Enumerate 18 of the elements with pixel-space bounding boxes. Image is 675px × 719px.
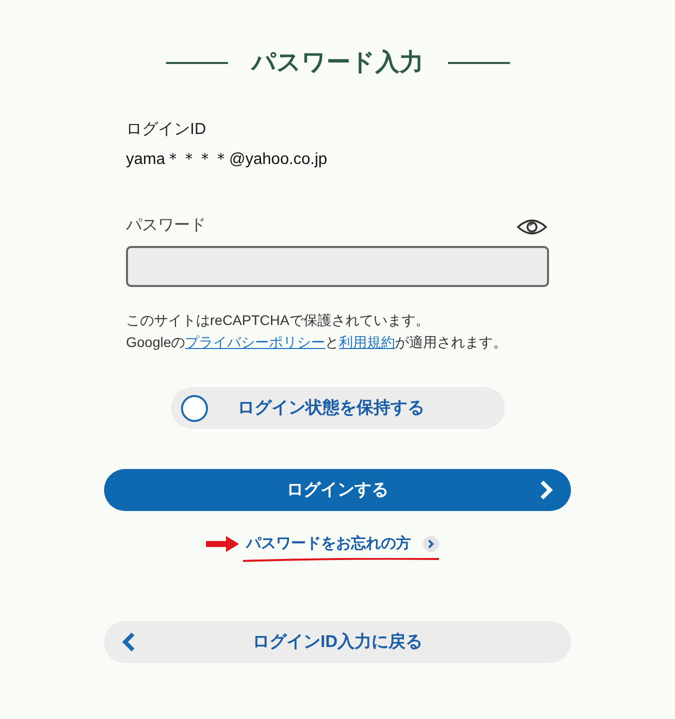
chevron-right-icon	[423, 536, 439, 552]
terms-link[interactable]: 利用規約	[339, 334, 396, 350]
eye-icon[interactable]	[516, 218, 548, 236]
login-button[interactable]: ログインする	[104, 469, 571, 511]
login-id-value: yama＊＊＊＊@yahoo.co.jp	[126, 150, 328, 170]
password-field[interactable]	[126, 246, 549, 287]
login-id-label: ログインID	[126, 120, 207, 140]
arrow-icon	[206, 535, 240, 553]
recaptcha-notice: このサイトはreCAPTCHAで保護されています。	[126, 311, 430, 330]
chevron-right-icon	[539, 479, 553, 501]
password-label: パスワード	[126, 216, 206, 236]
keep-login-toggle[interactable]: ログイン状態を保持する	[170, 387, 504, 429]
chevron-left-icon	[122, 631, 136, 653]
back-button[interactable]: ログインID入力に戻る	[104, 621, 571, 663]
page-title: パスワード入力	[252, 48, 424, 78]
terms-notice: Googleのプライバシーポリシー と 利用規約が適用されます。	[126, 333, 508, 352]
privacy-policy-link[interactable]: プライバシーポリシー	[185, 334, 326, 350]
forgot-password-link[interactable]: パスワードをお忘れの方	[244, 533, 413, 555]
